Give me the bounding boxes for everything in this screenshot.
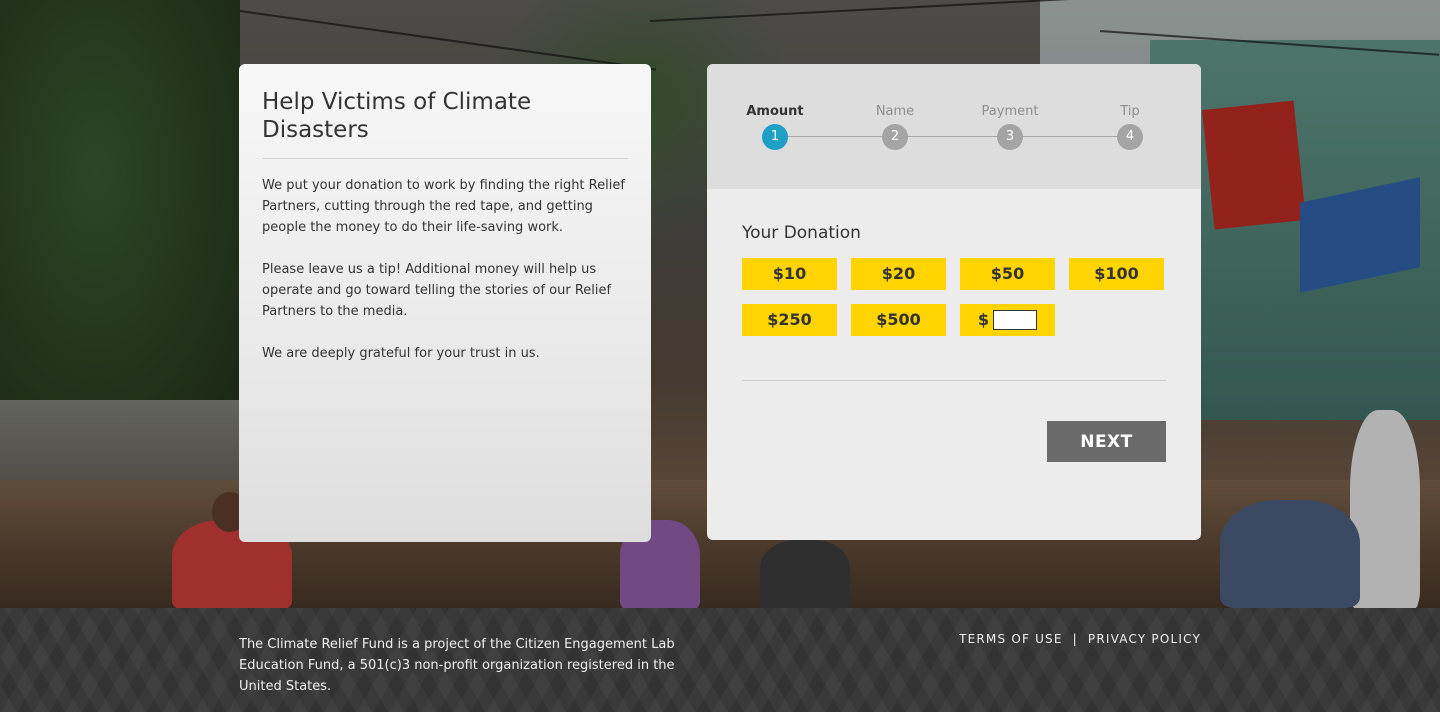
step-progress: Amount 1 Name 2 Payment 3 Tip 4 <box>707 64 1201 189</box>
step-amount[interactable]: Amount 1 <box>735 104 815 150</box>
footer-separator: | <box>1072 632 1078 646</box>
page-footer: The Climate Relief Fund is a project of … <box>0 608 1440 712</box>
info-paragraph: We are deeply grateful for your trust in… <box>262 346 540 361</box>
custom-amount-input[interactable] <box>993 310 1038 330</box>
step-label: Name <box>875 104 915 119</box>
custom-amount-box[interactable]: $ <box>960 304 1055 336</box>
currency-symbol: $ <box>977 310 990 329</box>
amount-20-button[interactable]: $20 <box>851 258 946 290</box>
step-number: 3 <box>997 124 1023 150</box>
step-label: Tip <box>1120 104 1140 119</box>
footer-disclaimer: The Climate Relief Fund is a project of … <box>239 637 675 694</box>
step-label: Payment <box>981 104 1039 119</box>
privacy-policy-link[interactable]: PRIVACY POLICY <box>1088 632 1201 646</box>
donation-heading: Your Donation <box>742 223 861 243</box>
step-tip[interactable]: Tip 4 <box>1090 104 1170 150</box>
amount-options: $10 $20 $50 $100 $250 $500 $ <box>742 258 1166 336</box>
step-payment[interactable]: Payment 3 <box>970 104 1050 150</box>
info-card: Help Victims of Climate Disasters We put… <box>239 64 651 542</box>
info-paragraph: We put your donation to work by finding … <box>262 178 625 235</box>
step-connector-line <box>777 136 1131 137</box>
step-number: 1 <box>762 124 788 150</box>
amount-10-button[interactable]: $10 <box>742 258 837 290</box>
step-name[interactable]: Name 2 <box>855 104 935 150</box>
amount-250-button[interactable]: $250 <box>742 304 837 336</box>
amount-500-button[interactable]: $500 <box>851 304 946 336</box>
donation-card: Amount 1 Name 2 Payment 3 Tip 4 Your Don… <box>707 64 1201 540</box>
form-divider <box>742 380 1166 381</box>
terms-of-use-link[interactable]: TERMS OF USE <box>959 632 1063 646</box>
step-number: 4 <box>1117 124 1143 150</box>
amount-100-button[interactable]: $100 <box>1069 258 1164 290</box>
form-actions: NEXT <box>742 421 1166 462</box>
amount-50-button[interactable]: $50 <box>960 258 1055 290</box>
page-title: Help Victims of Climate Disasters <box>262 88 628 159</box>
step-label: Amount <box>746 104 804 119</box>
donation-form: Your Donation $10 $20 $50 $100 $250 $500… <box>707 189 1201 462</box>
footer-links: TERMS OF USE | PRIVACY POLICY <box>959 632 1201 646</box>
step-number: 2 <box>882 124 908 150</box>
info-paragraph: Please leave us a tip! Additional money … <box>262 262 612 319</box>
next-button[interactable]: NEXT <box>1047 421 1166 462</box>
